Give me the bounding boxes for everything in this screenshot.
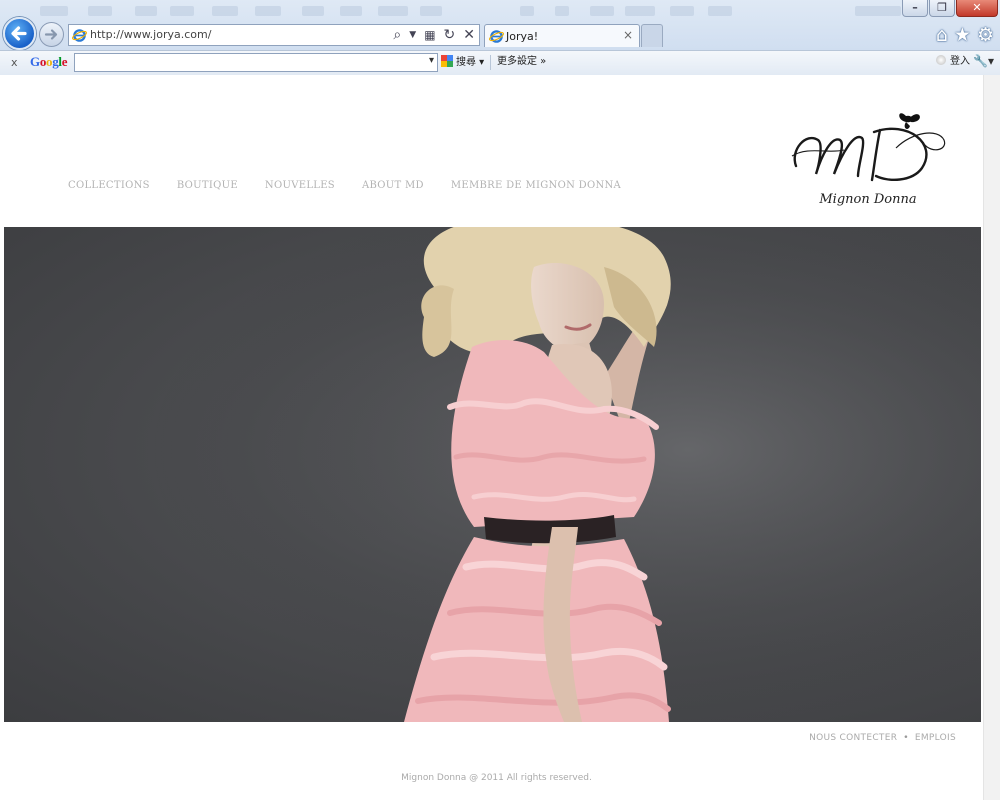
google-search-input[interactable]	[74, 53, 438, 72]
forward-button[interactable]	[39, 22, 64, 47]
chevron-down-icon[interactable]: ▼	[409, 27, 416, 43]
logo-caption: Mignon Donna	[819, 192, 917, 207]
home-icon[interactable]: ⌂	[936, 25, 948, 45]
gear-icon[interactable]: ⚙	[977, 25, 994, 45]
browser-tools: ⌂ ★ ⚙	[936, 25, 994, 45]
menu-bar	[0, 0, 1000, 24]
md-monogram	[791, 113, 946, 182]
nav-boutique[interactable]: BOUTIQUE	[177, 180, 238, 192]
stop-icon[interactable]: ✕	[463, 27, 475, 43]
address-url[interactable]: http://www.jorya.com/	[90, 28, 211, 42]
close-window-button[interactable]: ✕	[956, 0, 998, 17]
ie-icon	[489, 30, 504, 43]
wrench-icon[interactable]: 🔧▾	[973, 54, 994, 69]
back-button[interactable]	[3, 17, 36, 50]
copyright-text: Mignon Donna @ 2011 All rights reserved.	[401, 773, 592, 783]
google-search-button[interactable]: 搜尋 ▾	[441, 55, 484, 70]
nav-membre[interactable]: MEMBRE DE MIGNON DONNA	[451, 180, 621, 192]
compatibility-view-icon[interactable]: ▦	[424, 27, 435, 43]
restore-button[interactable]: ❐	[929, 0, 955, 17]
footer-links: NOUS CONTECTER • EMPLOIS	[809, 733, 956, 744]
ie-icon	[72, 29, 87, 42]
footer-separator: •	[903, 733, 909, 743]
forward-arrow-icon	[44, 29, 58, 40]
new-tab-button[interactable]	[641, 24, 663, 47]
user-icon	[936, 55, 946, 65]
search-icon[interactable]: ⌕	[393, 27, 401, 43]
tab-title: Jorya!	[506, 30, 539, 43]
nav-nouvelles[interactable]: NOUVELLES	[265, 180, 335, 192]
window-controls: – ❐ ✕	[902, 0, 998, 17]
google-logo: Google	[30, 54, 68, 69]
toolbar-close-button[interactable]: x	[11, 56, 18, 69]
main-nav: COLLECTIONS BOUTIQUE NOUVELLES ABOUT MD …	[68, 180, 621, 192]
login-label: 登入	[950, 56, 970, 67]
hero-illustration	[4, 227, 981, 722]
site-logo[interactable]: Mignon Donna	[788, 110, 948, 210]
page-scrollbar[interactable]	[983, 75, 1000, 800]
web-page: COLLECTIONS BOUTIQUE NOUVELLES ABOUT MD …	[0, 75, 1000, 800]
minimize-button[interactable]: –	[902, 0, 928, 17]
more-settings-button[interactable]: 更多設定 »	[497, 55, 546, 69]
google-toolbar: x Google 搜尋 ▾ 更多設定 » 登入 🔧▾	[0, 50, 1000, 75]
tab-close-button[interactable]: ×	[623, 29, 633, 42]
footer-link-contact[interactable]: NOUS CONTECTER	[809, 733, 897, 743]
address-tools: ⌕ ▼ ▦ ↻ ✕	[393, 27, 475, 43]
back-arrow-icon	[11, 26, 27, 41]
google-search-label: 搜尋	[456, 57, 476, 68]
footer-link-emplois[interactable]: EMPLOIS	[915, 733, 956, 743]
login-button[interactable]: 登入	[936, 55, 970, 69]
nav-about-md[interactable]: ABOUT MD	[362, 180, 424, 192]
google-search-icon	[441, 55, 453, 67]
browser-chrome: – ❐ ✕ http://www.jorya.com/ ⌕ ▼ ▦ ↻ ✕ Jo…	[0, 0, 1000, 75]
hero-image	[4, 227, 981, 722]
tab-jorya[interactable]: Jorya! ×	[484, 24, 640, 47]
refresh-icon[interactable]: ↻	[444, 27, 456, 43]
toolbar-divider	[490, 55, 491, 70]
star-icon[interactable]: ★	[954, 25, 971, 45]
address-bar[interactable]: http://www.jorya.com/ ⌕ ▼ ▦ ↻ ✕	[68, 24, 480, 46]
nav-collections[interactable]: COLLECTIONS	[68, 180, 150, 192]
